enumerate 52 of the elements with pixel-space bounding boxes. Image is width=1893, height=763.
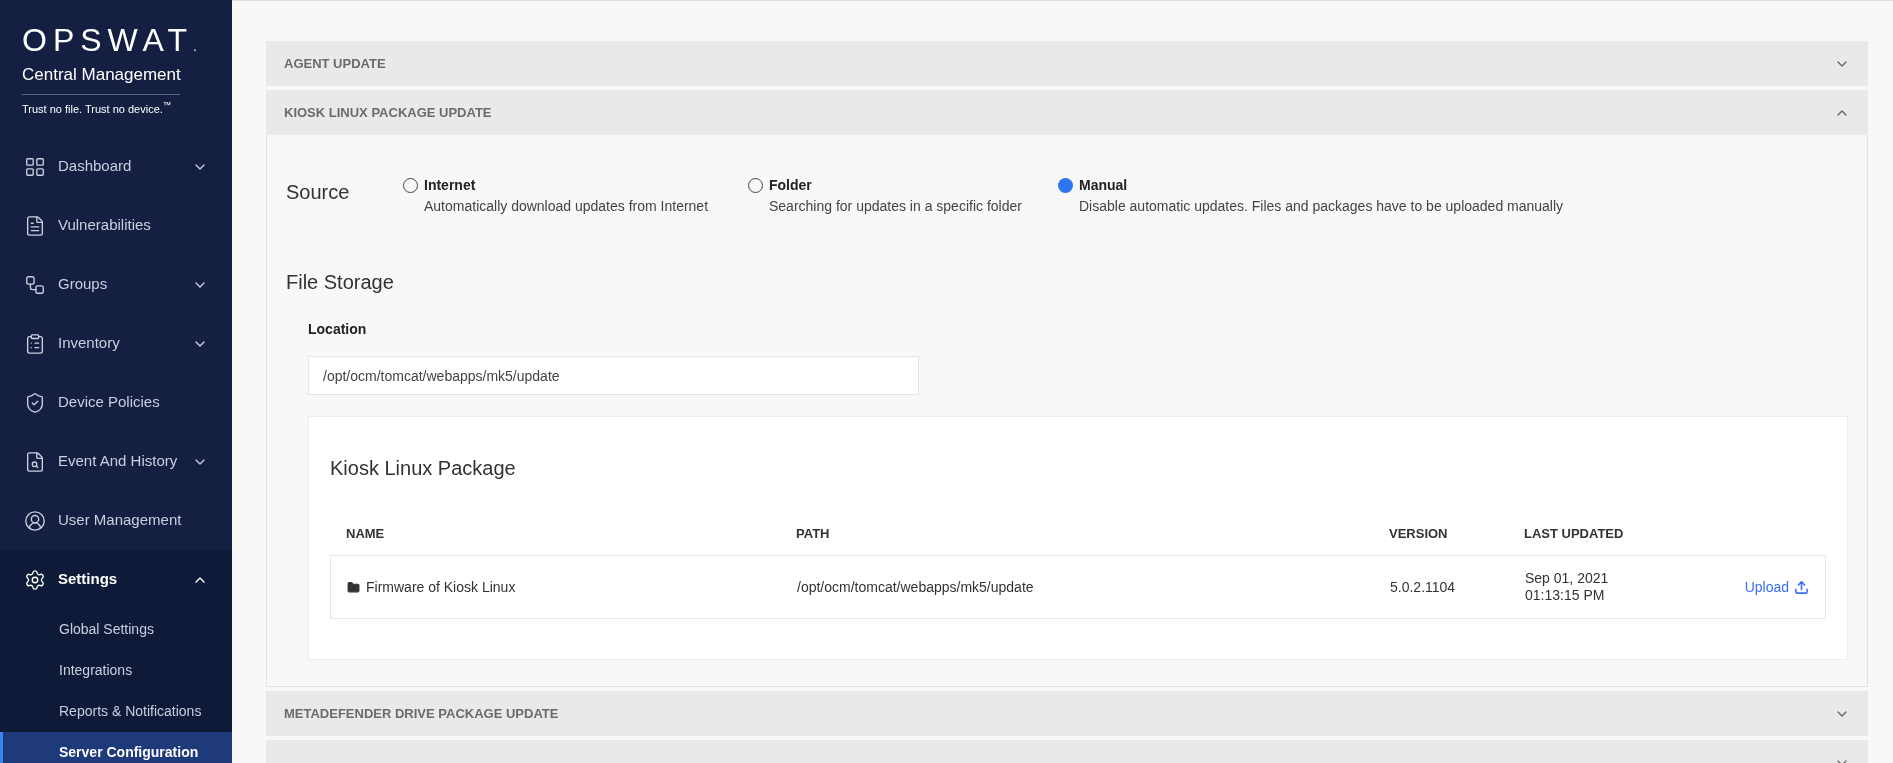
radio-option[interactable]: Internet Automatically download updates from Internet <box>403 175 748 217</box>
radio-option[interactable]: Folder Searching for updates in a specific folder <box>748 175 1058 217</box>
table-cell-text: /opt/ocm/tomcat/webapps/mk5/update <box>797 577 1035 597</box>
sidebar-item[interactable]: Groups <box>0 255 232 314</box>
table-cell-text: Firmware of Kiosk Linux <box>366 577 516 597</box>
location-field[interactable]: /opt/ocm/tomcat/webapps/mk5/update <box>308 356 919 395</box>
sidebar-item[interactable]: User Management <box>0 491 232 550</box>
source-label: Source <box>286 180 351 205</box>
sidebar-subitem[interactable]: Server Configuration <box>0 732 232 763</box>
option-description: Automatically download updates from Internet <box>424 197 709 216</box>
section-title: File Storage <box>286 270 395 295</box>
column-header: VERSION <box>1389 525 1449 544</box>
upload-icon <box>1794 579 1809 595</box>
table-cell-text: Sep 01, 2021 01:13:15 PM <box>1525 570 1610 604</box>
sidebar-subitem[interactable]: Integrations <box>0 650 232 691</box>
option-description: Searching for updates in a specific folder <box>769 197 1022 216</box>
sidebar-subitem[interactable]: Global Settings <box>0 609 232 650</box>
sidebar-item[interactable]: Vulnerabilities <box>0 196 232 255</box>
accordion-header[interactable]: KIOSK LINUX PACKAGE UPDATE <box>266 90 1868 135</box>
product-name: Central Management <box>22 62 180 95</box>
sidebar-item[interactable]: Device Policies <box>0 373 232 432</box>
table-cell-text: 5.0.2.1104 <box>1390 577 1457 597</box>
sidebar-item[interactable]: Event And History <box>0 432 232 491</box>
option-label: Folder <box>769 176 813 195</box>
option-label: Manual <box>1079 176 1129 195</box>
option-description: Disable automatic updates. Files and packages have to be uploaded manually <box>1079 197 1564 216</box>
clipboard-icon <box>24 332 46 355</box>
accordion-header[interactable]: METADEFENDER DRIVE PACKAGE UPDATE <box>266 691 1868 736</box>
tagline: Trust no file. Trust no device.$^{™}$ <box>22 100 173 117</box>
card-title: Kiosk Linux Package <box>330 456 517 481</box>
option-label: Internet <box>424 176 477 195</box>
settings-icon <box>24 568 46 591</box>
radio-option[interactable]: Manual Disable automatic updates. Files and packages have to be uploaded manually <box>1058 175 1564 217</box>
user-icon <box>24 509 46 532</box>
radio-button[interactable] <box>1058 178 1073 193</box>
column-header: LAST UPDATED <box>1524 525 1625 544</box>
field-label: Location <box>308 320 368 339</box>
document-icon <box>24 214 46 237</box>
column-header: PATH <box>796 525 831 544</box>
sidebar-subitem[interactable]: Reports & Notifications <box>0 691 232 732</box>
sidebar-item[interactable]: Settings <box>0 550 232 609</box>
accordion-header[interactable]: AGENT UPDATE <box>266 41 1868 86</box>
nodes-icon <box>24 273 46 296</box>
upload-link[interactable]: Upload <box>1744 576 1809 598</box>
folder-icon <box>347 580 360 594</box>
dashboard-icon <box>24 155 46 178</box>
column-header: NAME <box>346 525 386 544</box>
file-search-icon <box>24 450 46 473</box>
logo: OPSWAT. <box>22 24 204 56</box>
shield-icon <box>24 391 46 414</box>
sidebar-item[interactable]: Inventory <box>0 314 232 373</box>
sidebar-item[interactable]: Dashboard <box>0 137 232 196</box>
